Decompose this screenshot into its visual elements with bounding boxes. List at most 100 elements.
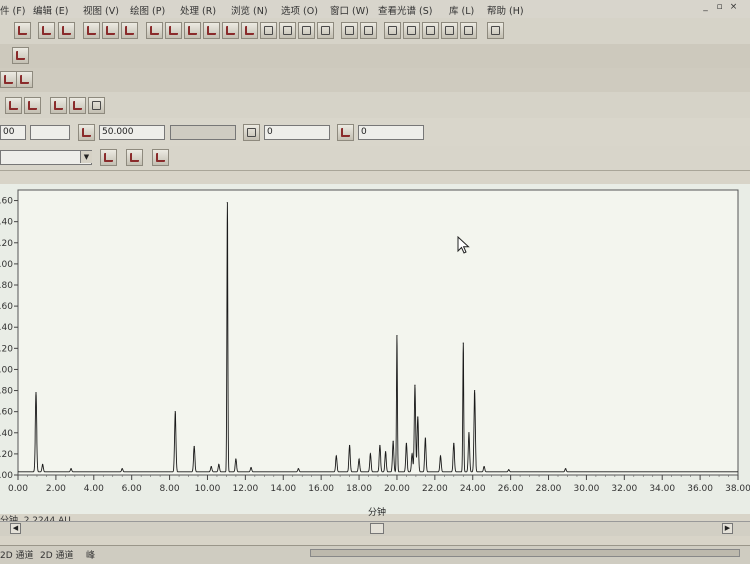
y-tick-label: 2.20 <box>0 239 13 249</box>
panel-splitter[interactable] <box>310 549 740 557</box>
tool-icon[interactable] <box>317 22 334 39</box>
menu-edit[interactable]: 编辑 (E) <box>33 3 68 17</box>
peak-apex <box>396 335 398 337</box>
tool-icon[interactable] <box>152 149 169 166</box>
tool-icon[interactable] <box>441 22 458 39</box>
tab-2d-channel[interactable]: 2D 通道 <box>0 548 34 561</box>
peak-apex <box>483 465 485 468</box>
tool-icon[interactable] <box>58 22 75 39</box>
x-tick-label: 0.00 <box>8 484 28 494</box>
peak-width-icon[interactable] <box>78 124 95 141</box>
tab-2d-channel-b[interactable]: 2D 通道 <box>40 548 74 561</box>
tool-icon[interactable] <box>384 22 401 39</box>
scroll-left-icon[interactable]: ◀ <box>10 523 21 534</box>
peak-apex <box>384 451 387 453</box>
tool-icon[interactable] <box>69 97 86 114</box>
y-tick-label: 0.60 <box>0 408 13 418</box>
close-icon[interactable]: × <box>728 2 739 13</box>
tool-icon[interactable] <box>222 22 239 39</box>
peak-apex <box>392 440 394 442</box>
tool-icon[interactable] <box>487 22 504 39</box>
menu-help[interactable]: 帮助 (H) <box>487 3 524 17</box>
chromatogram-chart[interactable]: 2.60 2.40 2.20 2.00 1.80 1.60 1.40 1.20 1.00 0.80… <box>0 184 750 514</box>
parameter-field[interactable]: 00 <box>0 125 26 140</box>
menu-options[interactable]: 选项 (O) <box>281 3 318 17</box>
tool-icon[interactable] <box>83 22 100 39</box>
tool-icon[interactable] <box>146 22 163 39</box>
tool-icon[interactable] <box>126 149 143 166</box>
tool-icon[interactable] <box>360 22 377 39</box>
min-height-icon[interactable] <box>337 124 354 141</box>
x-tick-label: 18.00 <box>346 484 372 494</box>
y-tick-label: 0.20 <box>0 450 13 460</box>
toolbar-secondary <box>0 44 750 69</box>
y-tick-label: 0.40 <box>0 429 13 439</box>
x-tick-label: 26.00 <box>498 484 524 494</box>
tool-icon[interactable] <box>100 149 117 166</box>
menu-view[interactable]: 视图 (V) <box>83 3 119 17</box>
x-tick-label: 32.00 <box>611 484 637 494</box>
tool-icon[interactable] <box>460 22 477 39</box>
tool-icon[interactable] <box>298 22 315 39</box>
parameter-field[interactable] <box>170 125 236 140</box>
peak-apex <box>297 468 300 470</box>
chevron-down-icon[interactable]: ▼ <box>80 151 92 163</box>
y-tick-label: 2.60 <box>0 197 13 207</box>
tab-peak[interactable]: 峰 <box>86 548 95 561</box>
peak-apex <box>235 458 237 460</box>
tool-icon[interactable] <box>260 22 277 39</box>
tool-icon[interactable] <box>38 22 55 39</box>
peak-apex <box>453 442 455 444</box>
x-tick-label: 38.00 <box>725 484 750 494</box>
peak-apex <box>369 453 372 455</box>
y-tick-label: 2.40 <box>0 218 13 228</box>
peak-apex <box>405 442 408 444</box>
scroll-thumb[interactable] <box>370 523 384 534</box>
x-tick-label: 10.00 <box>195 484 221 494</box>
tool-icon[interactable] <box>121 22 138 39</box>
menu-view-spectrum[interactable]: 查看光谱 (S) <box>378 3 432 17</box>
peak-apex <box>462 342 464 344</box>
restore-icon[interactable]: ▫ <box>714 2 725 13</box>
tool-icon[interactable] <box>88 97 105 114</box>
tool-icon[interactable] <box>241 22 258 39</box>
menu-process[interactable]: 处理 (R) <box>180 3 216 17</box>
channel-dropdown[interactable] <box>0 150 92 165</box>
tool-icon[interactable] <box>102 22 119 39</box>
menu-plot[interactable]: 绘图 (P) <box>130 3 165 17</box>
peak-apex <box>174 411 176 413</box>
tool-icon[interactable] <box>50 97 67 114</box>
tool-icon[interactable] <box>0 71 17 88</box>
threshold-field[interactable]: 50.000 <box>99 125 165 140</box>
tool-icon[interactable] <box>279 22 296 39</box>
tool-icon[interactable] <box>12 47 29 64</box>
menu-browse[interactable]: 浏览 (N) <box>231 3 268 17</box>
y-tick-label: 1.20 <box>0 344 13 354</box>
min-area-field[interactable]: 0 <box>264 125 330 140</box>
tool-icon[interactable] <box>24 97 41 114</box>
peak-apex <box>335 455 337 457</box>
tool-icon[interactable] <box>14 22 31 39</box>
tool-icon[interactable] <box>403 22 420 39</box>
tool-icon[interactable] <box>5 97 22 114</box>
peak-apex <box>424 437 426 439</box>
tool-icon[interactable] <box>422 22 439 39</box>
scroll-right-icon[interactable]: ▶ <box>722 523 733 534</box>
menu-file[interactable]: 件 (F) <box>0 3 25 17</box>
min-area-icon[interactable] <box>243 124 260 141</box>
tool-icon[interactable] <box>203 22 220 39</box>
tool-icon[interactable] <box>184 22 201 39</box>
menu-library[interactable]: 库 (L) <box>449 3 474 17</box>
minimize-icon[interactable]: _ <box>700 2 711 13</box>
tool-icon[interactable] <box>165 22 182 39</box>
min-height-field[interactable]: 0 <box>358 125 424 140</box>
x-tick-label: 12.00 <box>232 484 258 494</box>
horizontal-scrollbar[interactable]: ◀ ▶ <box>0 521 750 536</box>
tool-icon[interactable] <box>341 22 358 39</box>
tool-icon[interactable] <box>16 71 33 88</box>
peak-apex <box>121 468 123 470</box>
menu-window[interactable]: 窗口 (W) <box>330 3 369 17</box>
peak-apex <box>564 468 567 470</box>
parameter-field[interactable] <box>30 125 70 140</box>
toolbar-channel: ▼ <box>0 146 750 171</box>
